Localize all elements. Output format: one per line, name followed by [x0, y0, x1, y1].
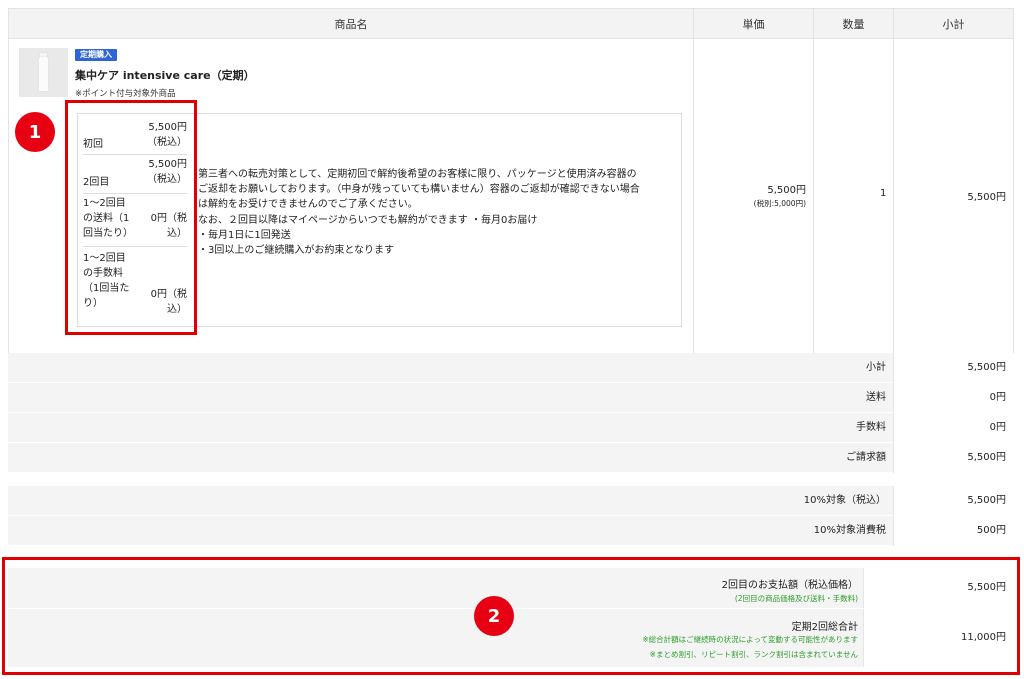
tax-value: 500円	[893, 516, 1014, 546]
summary-row-billing: ご請求額 5,500円	[8, 443, 1014, 473]
tax-value: 5,500円	[893, 486, 1014, 516]
tax-row-consumption: 10%対象消費税 500円	[8, 516, 1014, 546]
unit-price-ex-tax: (税別:5,000円)	[753, 199, 806, 208]
description-line: ご返却をお願いしております。（中身が残っていても構いません）容器のご返却が確認で…	[198, 184, 640, 196]
summary-row-shipping: 送料 0円	[8, 383, 1014, 413]
tax-label: 10%対象（税込）	[803, 495, 886, 506]
quantity-value: 1	[880, 188, 887, 199]
column-header-unit-price: 単価	[693, 8, 814, 39]
summary-value: 5,500円	[893, 443, 1014, 473]
description-line: は解約をお受けできませんのでご了承ください。	[198, 199, 418, 211]
summary-label: 送料	[866, 392, 886, 403]
summary-row-subtotal: 小計 5,500円	[8, 353, 1014, 383]
description-line: ・毎月1日に1回発送	[198, 229, 291, 241]
subscription-description: 第三者への転売対策として、定期初回で解約後希望のお客様に限り、パッケージと使用済…	[198, 167, 676, 258]
highlight-box-schedule	[65, 100, 197, 335]
column-header-quantity: 数量	[813, 8, 894, 39]
subscription-badge: 定期購入	[75, 49, 117, 61]
bottle-shape	[39, 57, 48, 91]
description-line: ・3回以上のご継続購入がお約束となります	[198, 245, 395, 257]
summary-row-fee: 手数料 0円	[8, 413, 1014, 443]
summary-label: 小計	[866, 362, 886, 373]
description-line: なお、２回目以降はマイページからいつでも解約ができます ・毎月0お届け	[198, 214, 538, 226]
product-thumbnail[interactable]	[19, 48, 68, 97]
annotation-marker-2: 2	[474, 596, 514, 636]
point-exclusion-note: ※ポイント付与対象外商品	[75, 89, 176, 99]
annotation-marker-1: 1	[15, 112, 55, 152]
summary-value: 0円	[893, 383, 1014, 413]
unit-price: 5,500円 (税別:5,000円)	[754, 181, 806, 209]
summary-value: 0円	[893, 413, 1014, 443]
summary-label: ご請求額	[846, 452, 886, 463]
column-header-subtotal: 小計	[893, 8, 1014, 39]
unit-price-value: 5,500円	[767, 185, 806, 196]
product-name[interactable]: 集中ケア intensive care（定期）	[75, 67, 255, 83]
line-subtotal-value: 5,500円	[967, 192, 1006, 203]
tax-label: 10%対象消費税	[813, 525, 886, 536]
summary-label: 手数料	[856, 422, 886, 433]
column-header-product-name: 商品名	[8, 8, 694, 39]
description-line: 第三者への転売対策として、定期初回で解約後希望のお客様に限り、パッケージと使用済…	[198, 169, 637, 180]
tax-row-taxable: 10%対象（税込） 5,500円	[8, 486, 1014, 516]
summary-value: 5,500円	[893, 353, 1014, 383]
